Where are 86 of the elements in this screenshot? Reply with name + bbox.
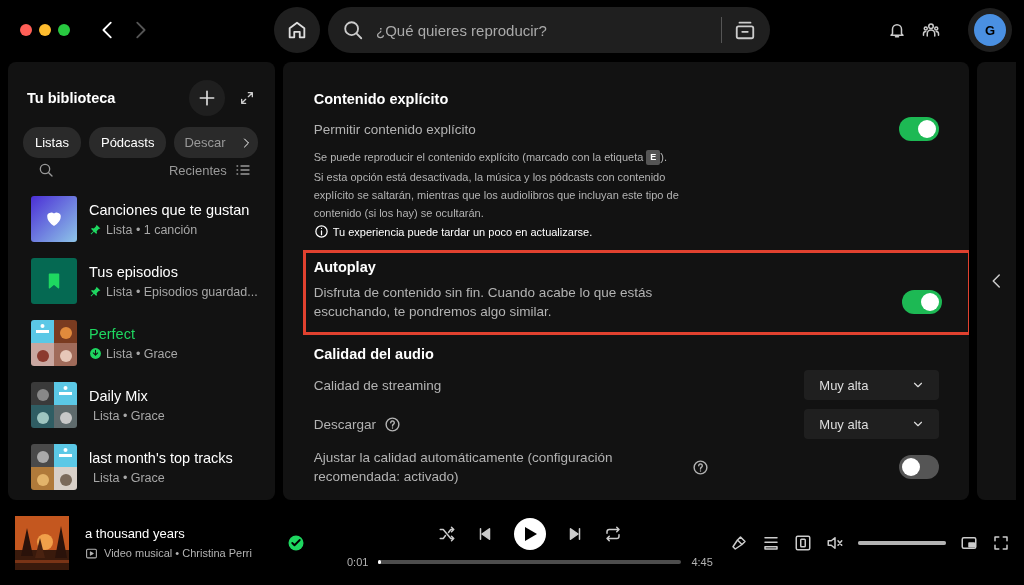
explicit-badge: E — [646, 149, 661, 165]
devices-button[interactable] — [794, 533, 812, 552]
note-text: ). — [660, 150, 668, 165]
library-item[interactable]: Daily Mix Lista • Grace — [23, 374, 275, 436]
pin-icon — [89, 223, 102, 236]
search-field[interactable]: ¿Qué quieres reproducir? — [374, 20, 709, 40]
bell-icon — [888, 21, 906, 39]
sort-button[interactable]: Recientes — [168, 162, 251, 178]
shuffle-icon — [437, 524, 456, 543]
repeat-button[interactable] — [603, 524, 622, 543]
avatar-button[interactable]: G — [968, 8, 1012, 52]
people-icon — [922, 21, 940, 39]
minimize-button[interactable] — [39, 24, 51, 36]
play-icon — [524, 526, 537, 541]
toggle-switch[interactable] — [899, 455, 940, 479]
track-subtitle[interactable]: Video musical • Christina Perri — [104, 547, 252, 559]
download-icon — [89, 347, 102, 360]
search-bar[interactable]: ¿Qué quieres reproducir? — [328, 7, 770, 53]
dropdown[interactable]: Muy alta — [804, 370, 940, 400]
section-title: Calidad del audio — [313, 346, 435, 362]
friends-button[interactable] — [922, 21, 940, 39]
repeat-icon — [603, 524, 622, 543]
toggle-switch[interactable] — [902, 290, 943, 314]
setting-label: Descargar — [313, 415, 376, 434]
info-icon — [313, 224, 329, 239]
list-icon — [234, 162, 251, 178]
search-icon — [342, 19, 364, 41]
notifications-button[interactable] — [888, 21, 906, 39]
filter-chip[interactable]: Pódcasts — [88, 127, 167, 158]
playlist-subtitle: Lista • Grace — [93, 408, 165, 423]
playlist-subtitle: Lista • Grace — [93, 470, 165, 485]
help-button[interactable] — [384, 415, 401, 433]
setting-label: Ajustar la calidad automáticamente (configuración recomendada: activado) — [313, 449, 614, 486]
info-text: Tu experiencia puede tardar un poco en actualizarse. — [332, 225, 593, 238]
playlist-title: Perfect — [89, 325, 136, 342]
dropdown[interactable]: Muy alta — [804, 409, 940, 439]
library-item[interactable]: Canciones que te gustan Lista • 1 canción — [23, 188, 275, 250]
library-title: Tu biblioteca — [27, 90, 117, 106]
library-item[interactable]: last month's top tracks Lista • Grace — [23, 436, 275, 498]
help-button[interactable] — [691, 458, 709, 476]
playlist-title: Daily Mix — [89, 387, 149, 404]
setting-label: Disfruta de contenido sin fin. Cuando acabe lo que estás escuchando, te pondremos algo similar. — [313, 284, 654, 321]
help-icon — [691, 458, 709, 476]
elapsed-time: 0:01 — [347, 555, 369, 568]
home-icon — [286, 19, 308, 41]
expand-button[interactable] — [238, 90, 255, 106]
playlist-subtitle: Lista • Grace — [106, 346, 178, 361]
filter-chip[interactable]: Descar — [174, 127, 234, 158]
browse-icon — [734, 19, 756, 41]
scroll-right-button[interactable] — [233, 127, 258, 158]
zoom-button[interactable] — [58, 24, 70, 36]
playlist-subtitle: Lista • 1 canción — [106, 222, 198, 237]
close-button[interactable] — [20, 24, 32, 36]
setting-label: Calidad de streaming — [313, 376, 442, 395]
playlist-subtitle: Lista • Episodios guardad... — [106, 284, 258, 299]
browse-button[interactable] — [734, 19, 756, 41]
heart-icon — [45, 210, 63, 228]
note-text: Se puede reproducir el contenido explícito (marcado con la etiqueta — [313, 150, 644, 165]
video-icon — [85, 546, 98, 560]
library-item[interactable]: Tus episodios Lista • Episodios guardad... — [23, 250, 275, 312]
create-button[interactable] — [188, 80, 225, 116]
play-button[interactable] — [513, 517, 546, 550]
toggle-switch[interactable] — [899, 117, 940, 141]
pin-icon — [89, 285, 102, 298]
track-title[interactable]: a thousand years — [85, 525, 252, 541]
duration-time: 4:45 — [691, 555, 713, 568]
playlist-title: last month's top tracks — [89, 449, 233, 466]
fullscreen-button[interactable] — [992, 533, 1010, 552]
section-title: Autoplay — [313, 259, 377, 275]
note-text: Si esta opción está desactivada, la música y los pódcasts con contenido explícito se saltarán, mientras que los audiolibros que incluyan este tipo de contenido (si los hay) se ocultarán. — [313, 171, 679, 219]
shuffle-button[interactable] — [437, 524, 456, 543]
playlist-title: Canciones que te gustan — [89, 201, 250, 218]
check-icon — [287, 533, 305, 552]
setting-label: Permitir contenido explícito — [313, 120, 476, 139]
help-icon — [384, 415, 401, 433]
devices-icon — [794, 533, 812, 552]
expand-icon — [238, 90, 255, 106]
playlist-title: Tus episodios — [89, 263, 179, 280]
volume-slider[interactable] — [858, 540, 946, 545]
section-title: Contenido explícito — [313, 91, 450, 107]
search-icon — [38, 162, 54, 178]
library-item[interactable]: Perfect Lista • Grace — [23, 312, 275, 374]
filter-chip[interactable]: Listas — [23, 127, 81, 158]
fullscreen-icon — [992, 533, 1010, 552]
home-button[interactable] — [274, 7, 320, 53]
search-button[interactable] — [38, 162, 54, 178]
